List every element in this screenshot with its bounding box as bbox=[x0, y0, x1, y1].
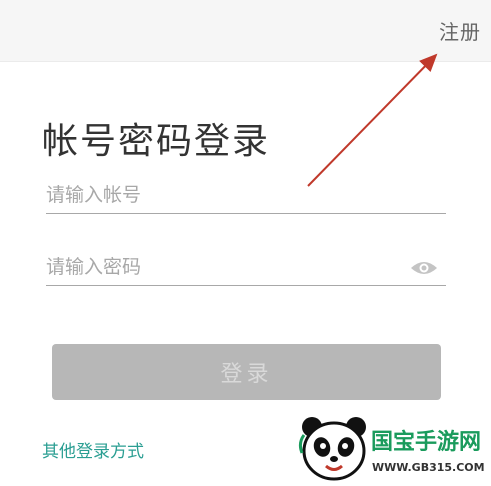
panda-logo-icon bbox=[298, 417, 366, 481]
watermark-brand: 国宝手游网 WWW.GB315.COM bbox=[371, 429, 485, 474]
register-button[interactable]: 注册 bbox=[439, 16, 481, 45]
account-field bbox=[46, 178, 446, 214]
password-field bbox=[46, 250, 446, 286]
eye-icon[interactable] bbox=[410, 259, 438, 277]
other-login-methods-link[interactable]: 其他登录方式 bbox=[42, 437, 144, 462]
password-input[interactable] bbox=[46, 250, 396, 284]
watermark-url-text: WWW.GB315.COM bbox=[372, 461, 485, 474]
watermark: 国宝手游网 WWW.GB315.COM bbox=[282, 409, 491, 486]
login-button[interactable]: 登录 bbox=[52, 344, 441, 400]
page-title: 帐号密码登录 bbox=[42, 121, 271, 162]
top-bar: 注册 bbox=[0, 0, 491, 62]
watermark-brand-text: 国宝手游网 bbox=[371, 429, 481, 455]
account-input[interactable] bbox=[46, 178, 446, 212]
